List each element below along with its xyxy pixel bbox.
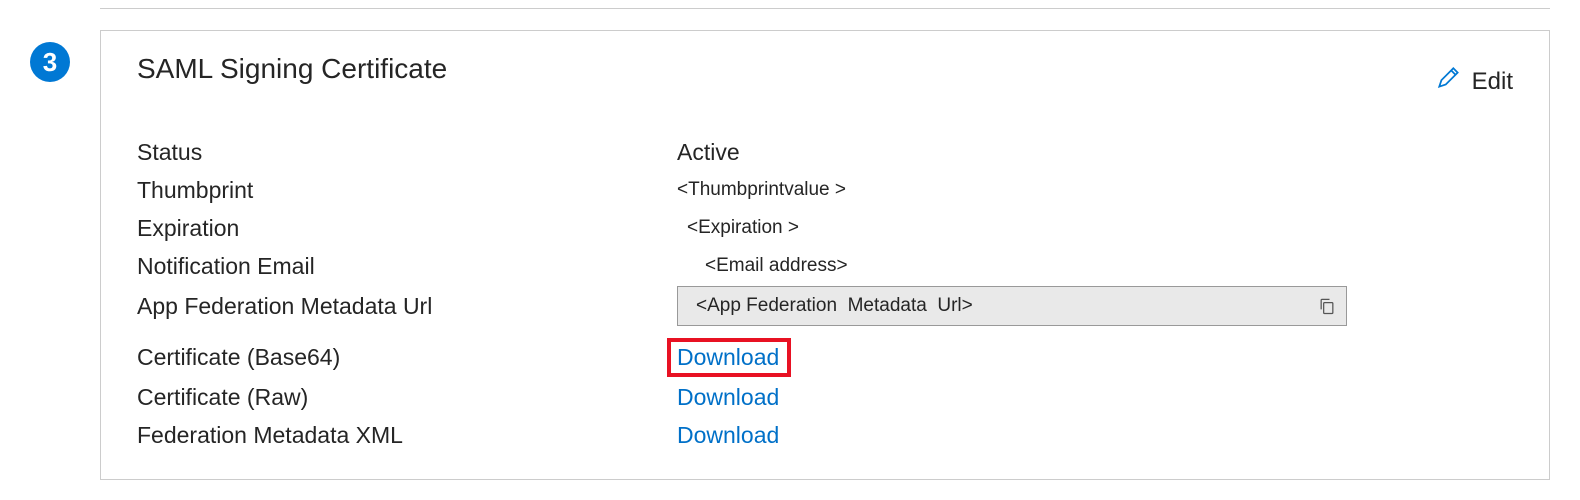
thumbprint-value: <Thumbprintvalue >: [677, 179, 1513, 201]
cert-raw-label: Certificate (Raw): [137, 384, 677, 411]
fed-xml-value: Download: [677, 422, 1513, 449]
download-highlight-box: Download: [667, 338, 791, 377]
saml-signing-certificate-card: SAML Signing Certificate Edit Status Act…: [100, 30, 1550, 480]
step-number: 3: [43, 47, 57, 78]
fed-xml-row: Federation Metadata XML Download: [137, 417, 1513, 453]
cert-raw-download-link[interactable]: Download: [677, 384, 779, 411]
thumbprint-row: Thumbprint <Thumbprintvalue >: [137, 172, 1513, 208]
cert-base64-value: Download: [677, 338, 1513, 377]
edit-button[interactable]: Edit: [1436, 53, 1513, 98]
expiration-row: Expiration <Expiration >: [137, 210, 1513, 246]
metadata-url-label: App Federation Metadata Url: [137, 293, 677, 320]
thumbprint-label: Thumbprint: [137, 177, 677, 204]
top-divider: [100, 8, 1550, 9]
cert-base64-row: Certificate (Base64) Download: [137, 338, 1513, 377]
card-title: SAML Signing Certificate: [137, 53, 447, 85]
copy-icon[interactable]: [1316, 295, 1338, 317]
notification-email-row: Notification Email <Email address>: [137, 248, 1513, 284]
status-row: Status Active: [137, 134, 1513, 170]
notification-email-label: Notification Email: [137, 253, 677, 280]
status-label: Status: [137, 139, 677, 166]
metadata-url-row: App Federation Metadata Url: [137, 286, 1513, 326]
metadata-url-value-wrap: [677, 286, 1513, 326]
fed-xml-download-link[interactable]: Download: [677, 422, 779, 449]
cert-raw-value: Download: [677, 384, 1513, 411]
metadata-url-field: [677, 286, 1347, 326]
cert-base64-label: Certificate (Base64): [137, 344, 677, 371]
edit-label: Edit: [1472, 68, 1513, 96]
cert-raw-row: Certificate (Raw) Download: [137, 379, 1513, 415]
cert-base64-download-link[interactable]: Download: [677, 344, 779, 370]
pencil-icon: [1436, 65, 1462, 98]
step-number-badge: 3: [30, 42, 70, 82]
status-value: Active: [677, 139, 1513, 166]
card-header: SAML Signing Certificate Edit: [137, 53, 1513, 98]
metadata-url-input[interactable]: [696, 295, 1316, 317]
expiration-value: <Expiration >: [677, 217, 1513, 239]
fed-xml-label: Federation Metadata XML: [137, 422, 677, 449]
notification-email-value: <Email address>: [677, 255, 1513, 277]
expiration-label: Expiration: [137, 215, 677, 242]
